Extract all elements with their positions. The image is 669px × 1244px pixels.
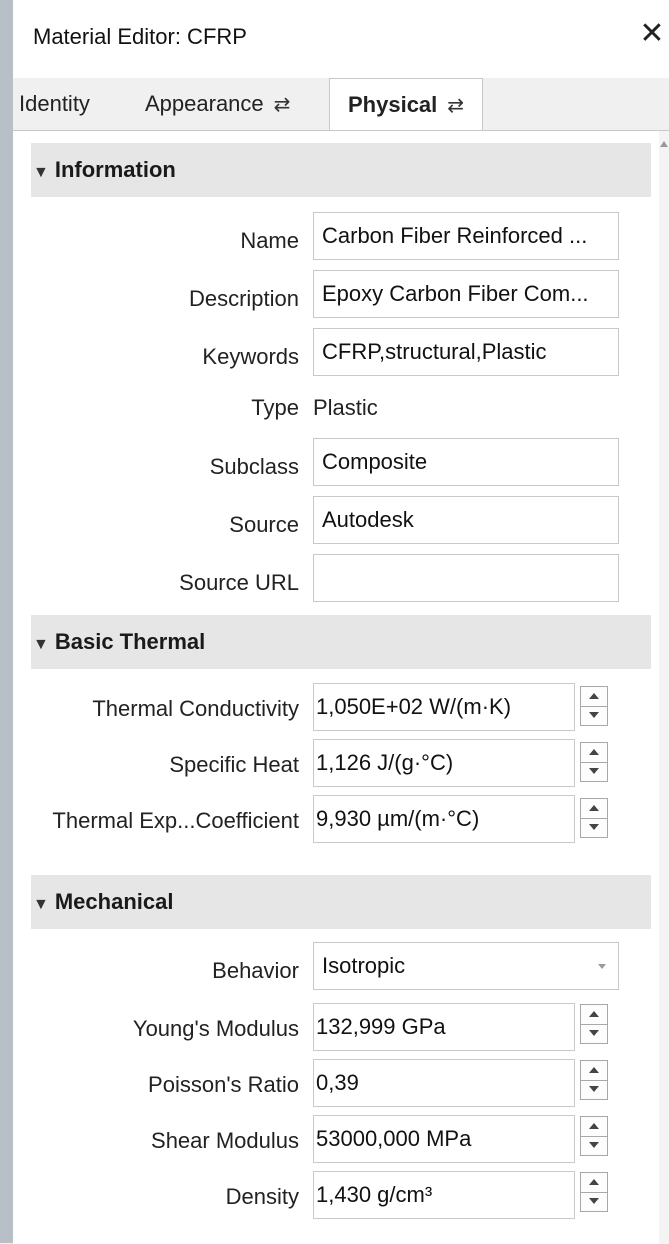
section-header-information[interactable]: ▼ Information — [31, 143, 651, 197]
section-title: Basic Thermal — [54, 629, 206, 654]
collapse-triangle-icon: ▼ — [33, 164, 49, 181]
thermal-expansion-label: Thermal Exp...Coefficient — [52, 808, 299, 833]
density-stepper[interactable] — [580, 1172, 608, 1212]
spin-down-icon[interactable] — [581, 762, 607, 781]
spin-down-icon[interactable] — [581, 1192, 607, 1211]
shear-modulus-label: Shear Modulus — [151, 1128, 299, 1153]
youngs-modulus-field[interactable]: 132,999 GPa — [313, 1003, 575, 1051]
specific-heat-stepper[interactable] — [580, 742, 608, 782]
source-url-label: Source URL — [179, 570, 299, 595]
description-label: Description — [188, 286, 299, 311]
tab-appearance[interactable]: Appearance ⇄ — [145, 78, 290, 130]
subclass-field[interactable]: Composite — [313, 438, 619, 486]
subclass-label: Subclass — [209, 454, 299, 479]
behavior-select[interactable]: Isotropic — [313, 942, 619, 990]
description-field[interactable]: Epoxy Carbon Fiber Com... — [313, 270, 619, 318]
thermal-expansion-stepper[interactable] — [580, 798, 608, 838]
tab-appearance-label: Appearance — [145, 91, 264, 116]
tab-physical-label: Physical — [348, 92, 438, 117]
collapse-triangle-icon: ▼ — [33, 636, 49, 653]
spin-up-icon[interactable] — [581, 743, 607, 763]
name-label: Name — [240, 228, 299, 253]
thermal-expansion-field[interactable]: 9,930 µm/(m·°C) — [313, 795, 575, 843]
behavior-label: Behavior — [212, 958, 299, 983]
window-title: Material Editor: CFRP — [33, 24, 247, 49]
type-label: Type — [251, 395, 299, 420]
poissons-ratio-stepper[interactable] — [580, 1060, 608, 1100]
poissons-ratio-label: Poisson's Ratio — [148, 1072, 299, 1097]
swap-icon[interactable]: ⇄ — [274, 94, 291, 116]
shear-modulus-stepper[interactable] — [580, 1116, 608, 1156]
specific-heat-label: Specific Heat — [169, 752, 299, 777]
tab-physical[interactable]: Physical ⇄ — [329, 78, 484, 132]
type-value: Plastic — [313, 395, 378, 420]
swap-icon[interactable]: ⇄ — [447, 95, 464, 117]
material-editor-window: Material Editor: CFRP ✕ Identity Appeara… — [0, 0, 669, 1244]
spin-down-icon[interactable] — [581, 706, 607, 725]
tab-bar: Identity Appearance ⇄ Physical ⇄ — [13, 78, 669, 132]
keywords-label: Keywords — [202, 344, 299, 369]
spin-up-icon[interactable] — [581, 799, 607, 819]
source-label: Source — [229, 512, 299, 537]
source-field[interactable]: Autodesk — [313, 496, 619, 544]
density-field[interactable]: 1,430 g/cm³ — [313, 1171, 575, 1219]
spin-down-icon[interactable] — [581, 1136, 607, 1155]
spin-down-icon[interactable] — [581, 1080, 607, 1099]
tab-identity[interactable]: Identity — [19, 78, 90, 130]
section-header-basic-thermal[interactable]: ▼ Basic Thermal — [31, 615, 651, 669]
specific-heat-field[interactable]: 1,126 J/(g·°C) — [313, 739, 575, 787]
youngs-modulus-stepper[interactable] — [580, 1004, 608, 1044]
spin-up-icon[interactable] — [581, 1117, 607, 1137]
section-header-mechanical[interactable]: ▼ Mechanical — [31, 875, 651, 929]
thermal-conductivity-stepper[interactable] — [580, 686, 608, 726]
shear-modulus-field[interactable]: 53000,000 MPa — [313, 1115, 575, 1163]
name-field[interactable]: Carbon Fiber Reinforced ... — [313, 212, 619, 260]
keywords-field[interactable]: CFRP,structural,Plastic — [313, 328, 619, 376]
spin-up-icon[interactable] — [581, 687, 607, 707]
background-app-edge — [0, 0, 13, 1243]
scroll-up-arrow-icon[interactable] — [660, 141, 668, 147]
density-label: Density — [225, 1184, 299, 1209]
source-url-field[interactable] — [313, 554, 619, 602]
spin-up-icon[interactable] — [581, 1005, 607, 1025]
physical-properties-panel: ▼ Information Name Carbon Fiber Reinforce… — [13, 130, 669, 1244]
poissons-ratio-field[interactable]: 0,39 — [313, 1059, 575, 1107]
thermal-conductivity-field[interactable]: 1,050E+02 W/(m·K) — [313, 683, 575, 731]
title-bar: Material Editor: CFRP ✕ — [13, 0, 669, 78]
spin-down-icon[interactable] — [581, 1024, 607, 1043]
spin-up-icon[interactable] — [581, 1061, 607, 1081]
material-editor-dialog: Material Editor: CFRP ✕ Identity Appeara… — [13, 0, 669, 1244]
spin-down-icon[interactable] — [581, 818, 607, 837]
dropdown-arrow-icon — [598, 964, 606, 969]
vertical-scrollbar[interactable] — [659, 131, 669, 1244]
thermal-conductivity-label: Thermal Conductivity — [92, 696, 299, 721]
tab-identity-label: Identity — [19, 91, 90, 116]
collapse-triangle-icon: ▼ — [33, 896, 49, 913]
close-icon[interactable]: ✕ — [635, 14, 669, 54]
youngs-modulus-label: Young's Modulus — [132, 1016, 299, 1041]
spin-up-icon[interactable] — [581, 1173, 607, 1193]
behavior-selected-value: Isotropic — [322, 953, 406, 978]
section-title: Information — [54, 157, 176, 182]
section-title: Mechanical — [54, 889, 174, 914]
